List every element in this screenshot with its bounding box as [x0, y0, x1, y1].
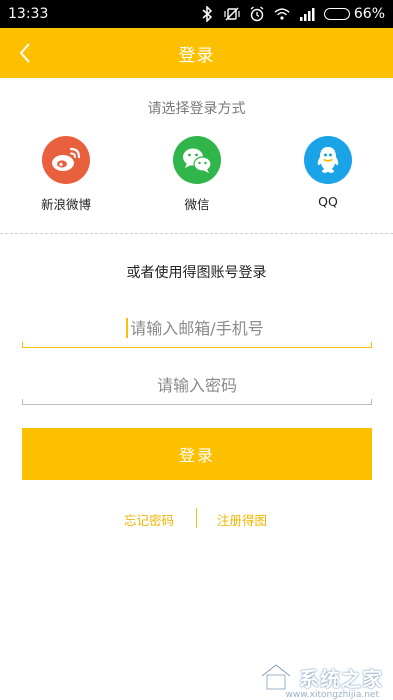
login-method-prompt: 请选择登录方式 [147, 101, 246, 117]
battery-indicator: 66% [323, 6, 385, 22]
account-input[interactable] [22, 308, 372, 348]
watermark-house-icon [261, 663, 291, 691]
alarm-icon [249, 6, 265, 22]
app-header: 登录 [0, 28, 393, 78]
auxiliary-links: 忘记密码 注册得图 [0, 508, 393, 528]
wifi-icon [274, 6, 290, 22]
battery-icon [323, 8, 350, 20]
vibrate-off-icon [224, 6, 240, 22]
qq-icon [304, 136, 352, 184]
wechat-label: 微信 [184, 197, 210, 212]
wechat-icon [173, 136, 221, 184]
bluetooth-icon [199, 6, 215, 22]
password-input[interactable] [22, 365, 372, 405]
qq-login-button[interactable]: QQ [283, 136, 373, 209]
account-field [22, 308, 372, 348]
password-field [22, 365, 372, 405]
password-underline [22, 404, 372, 405]
register-link[interactable]: 注册得图 [217, 510, 267, 529]
section-divider [0, 233, 393, 234]
text-caret [126, 318, 128, 338]
account-underline [22, 347, 372, 348]
watermark-url: www.xitongzhijia.net [285, 690, 379, 700]
login-button[interactable]: 登录 [22, 428, 372, 480]
signal-icon [299, 6, 315, 22]
weibo-login-button[interactable]: 新浪微博 [21, 136, 111, 213]
account-login-prompt: 或者使用得图账号登录 [126, 265, 267, 281]
status-icons: 66% [199, 6, 385, 22]
qq-label: QQ [318, 194, 338, 209]
back-button[interactable] [12, 40, 38, 66]
status-time: 13:33 [8, 6, 49, 22]
back-arrow-icon [19, 43, 30, 63]
watermark-text: 系统之家 [299, 666, 383, 691]
forgot-password-link[interactable]: 忘记密码 [124, 510, 174, 529]
link-separator [196, 508, 197, 528]
status-bar: 13:33 66% [0, 0, 393, 28]
wechat-login-button[interactable]: 微信 [152, 136, 242, 213]
site-watermark: 系统之家 [259, 662, 383, 692]
page-title: 登录 [178, 45, 215, 66]
battery-percent: 66% [353, 6, 385, 22]
weibo-icon [42, 136, 90, 184]
social-login-row: 新浪微博 微信 QQ [0, 136, 393, 216]
weibo-label: 新浪微博 [40, 197, 91, 212]
